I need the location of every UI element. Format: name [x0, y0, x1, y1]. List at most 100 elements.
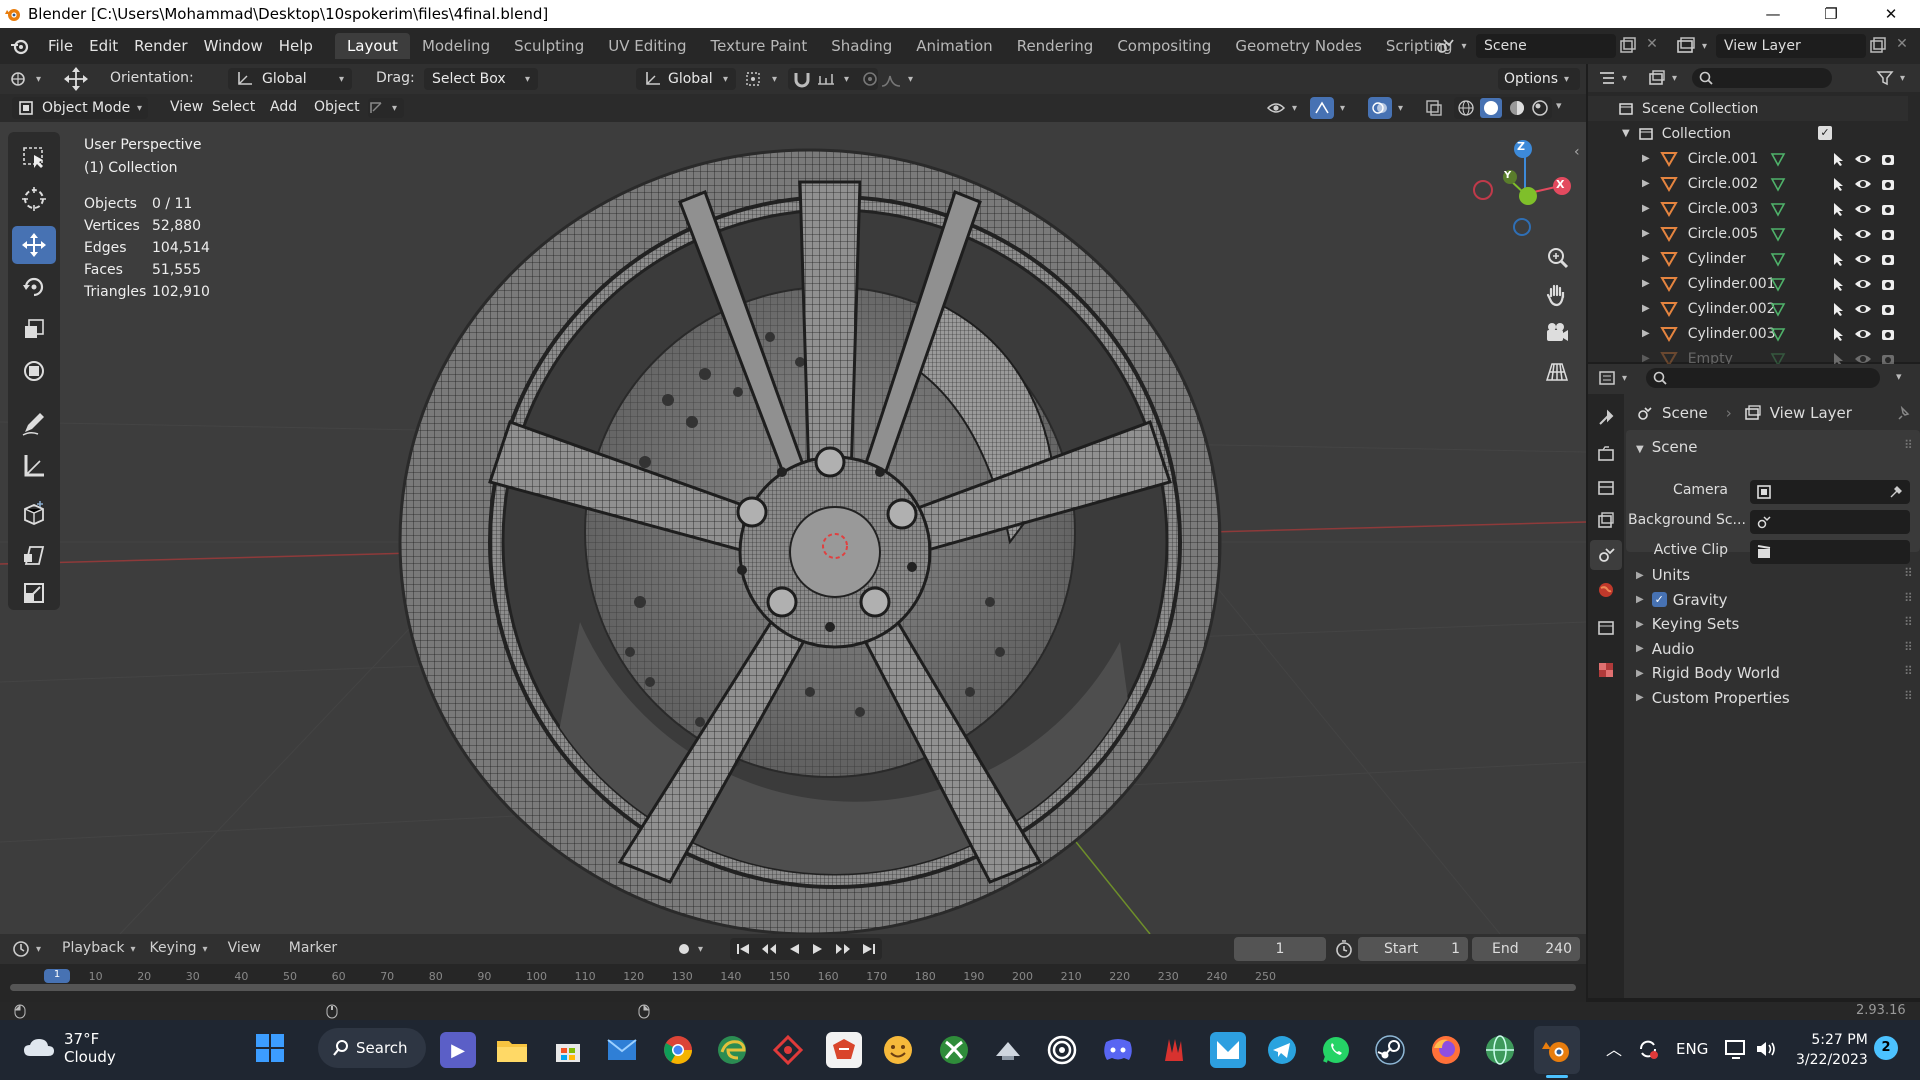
steam-icon[interactable]: [1372, 1032, 1408, 1068]
tab-geometry-nodes[interactable]: Geometry Nodes: [1223, 33, 1374, 59]
eyedropper-icon[interactable]: [1888, 484, 1904, 500]
eye-icon[interactable]: [1854, 176, 1872, 192]
orientation-dropdown[interactable]: Global ▾: [228, 68, 352, 90]
current-frame-marker[interactable]: 1: [44, 969, 70, 983]
prev-keyframe-icon[interactable]: [760, 942, 778, 956]
expand-arrow-icon[interactable]: ▶: [1642, 153, 1650, 164]
properties-editor-type-button[interactable]: ▾: [1598, 368, 1634, 388]
measure-tool[interactable]: [12, 446, 56, 484]
select-arrow-icon[interactable]: [1832, 176, 1846, 192]
outliner-item[interactable]: ▶ Cylinder.003: [1588, 321, 1908, 346]
viewport-menu-object[interactable]: Object: [306, 99, 368, 115]
eye-icon[interactable]: [1854, 251, 1872, 267]
expand-arrow-icon[interactable]: ▶: [1642, 178, 1650, 189]
scene-name-field[interactable]: Scene: [1476, 34, 1616, 58]
drag-dropdown[interactable]: Select Box ▾: [424, 68, 538, 90]
tab-rendering[interactable]: Rendering: [1005, 33, 1106, 59]
telegram-icon[interactable]: [1264, 1032, 1300, 1068]
timeline-menu-keying[interactable]: Keying ▾: [150, 940, 208, 956]
windows-start-icon[interactable]: [254, 1032, 286, 1064]
drag-handle-icon[interactable]: ⠿: [1904, 566, 1913, 580]
battle-app-icon[interactable]: [990, 1032, 1026, 1068]
background-scene-field[interactable]: [1750, 510, 1910, 534]
tab-modeling[interactable]: Modeling: [410, 33, 502, 59]
select-box-tool[interactable]: [12, 138, 56, 176]
scene-tab-active[interactable]: [1590, 540, 1622, 570]
subpanel-gravity[interactable]: ▶ ✓ Gravity: [1636, 591, 1728, 609]
output-tab-icon[interactable]: [1596, 478, 1616, 498]
clock[interactable]: 5:27 PM 3/22/2023: [1796, 1030, 1868, 1070]
drag-handle-icon[interactable]: ⠿: [1904, 664, 1913, 678]
expand-arrow-icon[interactable]: ▶: [1642, 328, 1650, 339]
outliner-item[interactable]: ▶ Cylinder: [1588, 246, 1908, 271]
subpanel-units[interactable]: ▶ Units: [1636, 566, 1690, 584]
expand-arrow-icon[interactable]: ▶: [1636, 570, 1644, 581]
emoji-app-icon[interactable]: [880, 1032, 916, 1068]
tab-animation[interactable]: Animation: [904, 33, 1004, 59]
tab-sculpting[interactable]: Sculpting: [502, 33, 596, 59]
outliner-item[interactable]: ▶ Circle.001: [1588, 146, 1908, 171]
texture-tab-icon[interactable]: [1596, 660, 1616, 680]
display-mode-button[interactable]: ▾: [1648, 68, 1684, 88]
expand-arrow-icon[interactable]: ▶: [1636, 668, 1644, 679]
expand-arrow-icon[interactable]: ▶: [1636, 692, 1644, 703]
view-layer-tab-icon[interactable]: [1596, 510, 1616, 530]
new-view-layer-icon[interactable]: [1868, 36, 1888, 56]
shading-options-dropdown[interactable]: ▾: [1556, 99, 1562, 112]
eye-icon[interactable]: [1854, 226, 1872, 242]
timeline-menu-playback[interactable]: Playback ▾: [62, 940, 136, 956]
world-tab-icon[interactable]: [1596, 580, 1616, 600]
proportional-edit-group[interactable]: ▾: [860, 68, 920, 90]
viewport-menu-select[interactable]: Select: [204, 99, 263, 115]
tool-tab-icon[interactable]: [1596, 408, 1616, 428]
blender-taskbar-icon[interactable]: [1534, 1026, 1580, 1074]
camera-render-icon[interactable]: [1880, 176, 1896, 192]
drag-handle-icon[interactable]: ⠿: [1904, 591, 1913, 605]
timeline-editor-type-button[interactable]: ▾: [12, 939, 50, 959]
camera-render-icon[interactable]: [1880, 251, 1896, 267]
menu-window[interactable]: Window: [196, 37, 271, 55]
select-arrow-icon[interactable]: [1832, 301, 1846, 317]
minimize-button[interactable]: —: [1744, 0, 1802, 28]
current-frame-field[interactable]: 1: [1234, 937, 1326, 961]
expand-arrow-icon[interactable]: ▶: [1642, 228, 1650, 239]
sync-status-icon[interactable]: [1636, 1037, 1660, 1061]
editor-type-button[interactable]: ▾: [10, 68, 50, 90]
render-tab-icon[interactable]: [1596, 444, 1616, 464]
properties-options-dropdown[interactable]: ▾: [1896, 370, 1902, 383]
drag-handle-icon[interactable]: ⠿: [1904, 640, 1913, 654]
select-arrow-icon[interactable]: [1832, 326, 1846, 342]
select-arrow-icon[interactable]: [1832, 151, 1846, 167]
firefox-icon[interactable]: [1428, 1032, 1464, 1068]
cursor-tool[interactable]: [12, 180, 56, 218]
expand-arrow-icon[interactable]: ▶: [1642, 278, 1650, 289]
outliner-scene-collection-row[interactable]: Scene Collection: [1588, 96, 1908, 121]
weather-widget[interactable]: 37°F Cloudy: [22, 1030, 116, 1066]
drag-handle-icon[interactable]: ⠿: [1904, 689, 1913, 703]
zoom-icon[interactable]: [1542, 244, 1572, 274]
mesh-data-icon[interactable]: [1770, 251, 1786, 267]
camera-render-icon[interactable]: [1880, 226, 1896, 242]
notification-badge[interactable]: 2: [1874, 1036, 1898, 1060]
outliner-item[interactable]: ▶ Cylinder.001: [1588, 271, 1908, 296]
scale-tool[interactable]: [12, 310, 56, 348]
shading-mode-group[interactable]: [1454, 97, 1552, 119]
view-layer-name-field[interactable]: View Layer: [1716, 34, 1866, 58]
remove-view-layer-icon[interactable]: ✕: [1892, 36, 1912, 56]
camera-render-icon[interactable]: [1880, 301, 1896, 317]
wireframe-shading-icon[interactable]: [1457, 99, 1475, 117]
outliner-collection-row[interactable]: ▼ Collection ✓: [1588, 121, 1908, 146]
file-explorer-icon[interactable]: [494, 1032, 530, 1068]
select-arrow-icon[interactable]: [1832, 276, 1846, 292]
visibility-dropdown[interactable]: ▾: [1266, 98, 1300, 118]
timeline-menu-marker[interactable]: Marker: [289, 940, 337, 956]
expand-arrow-icon[interactable]: ▶: [1636, 594, 1644, 605]
outliner-item[interactable]: ▶ Circle.005: [1588, 221, 1908, 246]
scene-browse-button[interactable]: ▾: [1428, 34, 1474, 58]
play-icon[interactable]: [811, 942, 825, 956]
camera-render-icon[interactable]: [1880, 276, 1896, 292]
solid-shading-icon[interactable]: [1483, 100, 1499, 116]
viewport-menu-add[interactable]: Add: [262, 99, 305, 115]
material-shading-icon[interactable]: [1508, 99, 1526, 117]
view-layer-browse-button[interactable]: ▾: [1676, 34, 1716, 58]
